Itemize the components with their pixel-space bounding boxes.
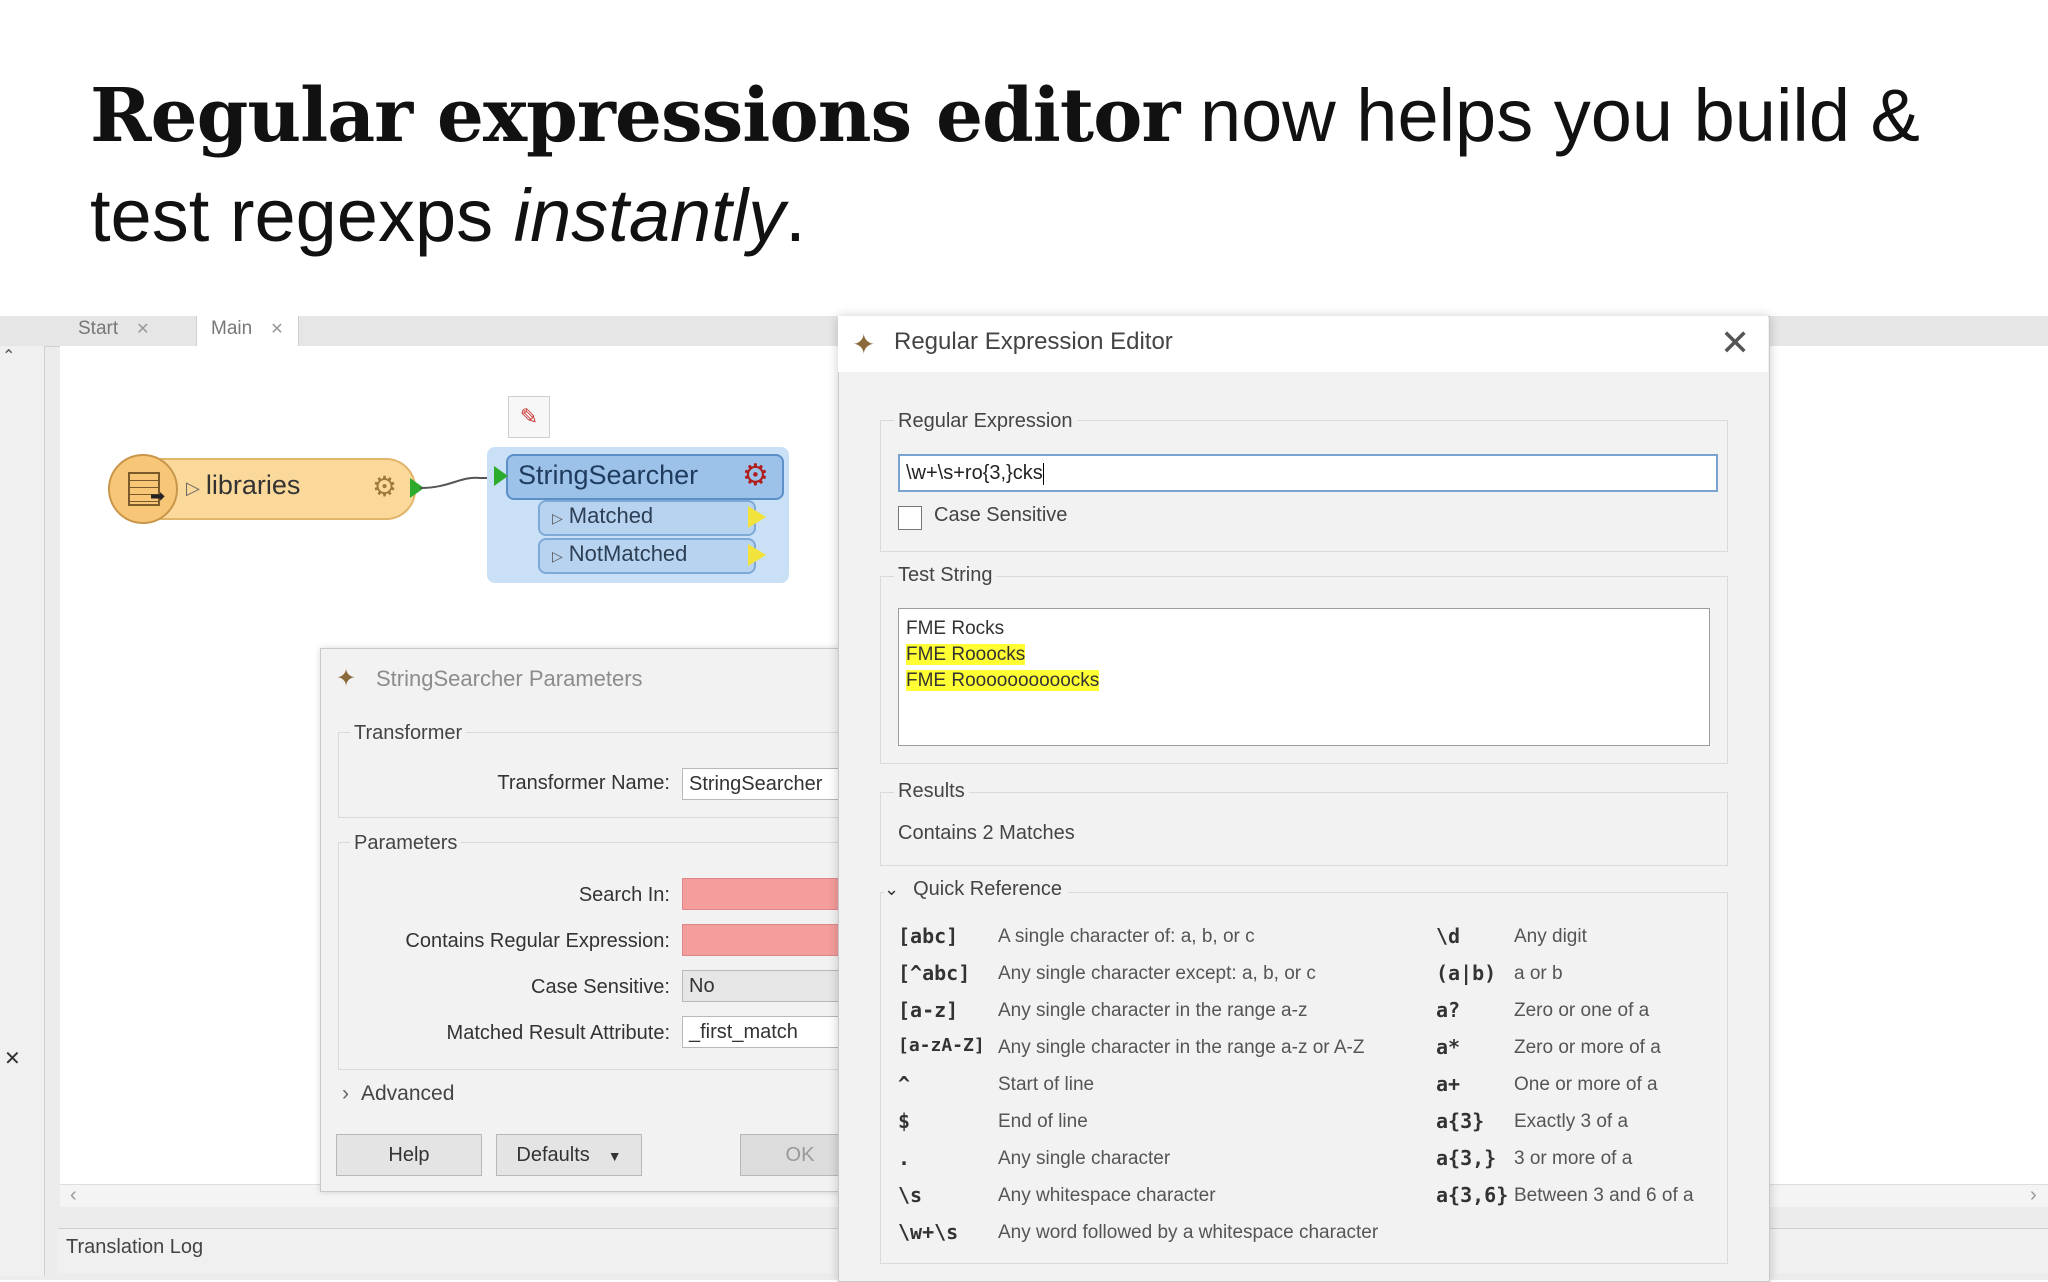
fme-logo-icon: ✦ [852, 329, 876, 360]
gear-icon[interactable]: ⚙ [372, 470, 397, 503]
qr-token: (a|b) [1436, 961, 1497, 985]
qr-token: a{3} [1436, 1109, 1485, 1133]
output-port-icon[interactable] [748, 544, 766, 566]
output-port-icon[interactable] [748, 506, 766, 528]
qr-token: [^abc] [898, 961, 971, 985]
fme-logo-icon: ✦ [336, 665, 357, 692]
headline-italic: instantly [513, 174, 786, 257]
scroll-left-icon[interactable]: ‹ [70, 1184, 77, 1207]
qr-token: ^ [898, 1072, 911, 1096]
qr-desc: Any single character in the range a-z or… [998, 1037, 1365, 1058]
close-icon[interactable]: ✕ [136, 321, 149, 338]
collapse-icon[interactable]: ⌃ [2, 346, 15, 366]
qr-token: $ [898, 1109, 911, 1133]
field-label: Transformer Name: [497, 772, 670, 794]
qr-token: \s [898, 1183, 923, 1207]
results-label: Results [894, 780, 969, 803]
regex-label: Regular Expression [894, 410, 1077, 433]
matched-attribute-field[interactable]: _first_match [682, 1016, 864, 1048]
chevron-down-icon: ⌄ [884, 879, 900, 899]
scroll-right-icon[interactable]: › [2030, 1184, 2037, 1207]
case-sensitive-label: Case Sensitive [934, 504, 1068, 526]
qr-desc: Any digit [1514, 926, 1587, 947]
headline-end: . [785, 174, 806, 257]
test-line-match: FME Roooooooooocks [906, 670, 1100, 691]
tab-label: Main [211, 318, 253, 339]
defaults-button[interactable]: Defaults ▼ [496, 1134, 642, 1176]
qr-token: a* [1436, 1035, 1461, 1059]
tab-start[interactable]: Start ✕ [64, 316, 164, 346]
close-icon[interactable]: ✕ [270, 321, 283, 338]
transformer-name-field[interactable]: StringSearcher [682, 768, 864, 800]
field-label: Search In: [578, 884, 670, 906]
chevron-right-icon: › [342, 1082, 349, 1105]
dropdown-arrow-icon: ▼ [607, 1148, 622, 1164]
test-string-label: Test String [894, 564, 997, 587]
tab-main[interactable]: Main ✕ [196, 316, 299, 347]
gear-icon[interactable]: ⚙ [742, 458, 769, 493]
qr-token: a{3,} [1436, 1146, 1497, 1170]
qr-desc: Zero or more of a [1514, 1037, 1661, 1058]
table-icon: ➡ [108, 454, 178, 524]
regex-field[interactable] [682, 924, 864, 956]
translation-log-label[interactable]: Translation Log [66, 1236, 203, 1259]
dialog-title: Regular Expression Editor [894, 328, 1173, 355]
reader-label: ▷ libraries [186, 470, 301, 500]
qr-desc: a or b [1514, 963, 1563, 984]
qr-token: [abc] [898, 924, 959, 948]
qr-desc: Start of line [998, 1074, 1095, 1095]
qr-desc: End of line [998, 1111, 1088, 1132]
qr-token: a+ [1436, 1072, 1461, 1096]
port-notmatched-label: ▷ NotMatched [552, 541, 688, 566]
group-label: Parameters [350, 832, 462, 855]
help-button[interactable]: Help [336, 1134, 482, 1176]
port-matched-label: ▷ Matched [552, 503, 654, 528]
qr-token: [a-zA-Z] [898, 1035, 985, 1056]
close-icon[interactable]: ✕ [1720, 322, 1750, 364]
qr-token: a{3,6} [1436, 1183, 1509, 1207]
search-in-field[interactable] [682, 878, 864, 910]
headline-bold: Regular expressions editor [90, 73, 1180, 159]
dialog-title: StringSearcher Parameters [376, 666, 643, 691]
qr-token: [a-z] [898, 998, 959, 1022]
case-sensitive-select[interactable]: No [682, 970, 864, 1002]
qr-token: a? [1436, 998, 1461, 1022]
test-line-match: FME Rooocks [906, 644, 1026, 665]
qr-desc: Any single character [998, 1148, 1171, 1169]
case-sensitive-checkbox[interactable] [898, 506, 922, 530]
qr-desc: Between 3 and 6 of a [1514, 1185, 1694, 1206]
qr-desc: One or more of a [1514, 1074, 1658, 1095]
regex-input[interactable]: \w+\s+ro{3,}cks [898, 454, 1718, 492]
left-panel-rail: ⌃ [0, 346, 45, 1276]
headline: Regular expressions editor now helps you… [90, 66, 1990, 266]
field-label: Case Sensitive: [531, 976, 670, 998]
qr-desc: Exactly 3 of a [1514, 1111, 1629, 1132]
qr-desc: A single character of: a, b, or c [998, 926, 1255, 947]
field-label: Matched Result Attribute: [446, 1022, 670, 1044]
qr-token: \w+\s [898, 1220, 959, 1244]
qr-desc: 3 or more of a [1514, 1148, 1633, 1169]
close-icon[interactable]: ✕ [4, 1046, 21, 1071]
qr-token: . [898, 1146, 911, 1170]
field-label: Contains Regular Expression: [405, 930, 670, 952]
tab-label: Start [78, 318, 119, 339]
advanced-section-toggle[interactable]: › Advanced [342, 1082, 454, 1106]
pin-icon[interactable]: ✎ [508, 396, 550, 438]
qr-token: \d [1436, 924, 1461, 948]
qr-desc: Zero or one of a [1514, 1000, 1650, 1021]
qr-desc: Any single character except: a, b, or c [998, 963, 1316, 984]
qr-desc: Any whitespace character [998, 1185, 1216, 1206]
input-port[interactable] [494, 466, 508, 486]
qr-desc: Any word followed by a whitespace charac… [998, 1222, 1379, 1243]
transformer-title: StringSearcher [518, 460, 699, 490]
qr-desc: Any single character in the range a-z [998, 1000, 1308, 1021]
test-line: FME Rocks [906, 618, 1005, 639]
quick-reference-toggle[interactable]: ⌄ Quick Reference [884, 878, 1069, 901]
results-text: Contains 2 Matches [898, 822, 1075, 844]
group-label: Transformer [350, 722, 467, 745]
